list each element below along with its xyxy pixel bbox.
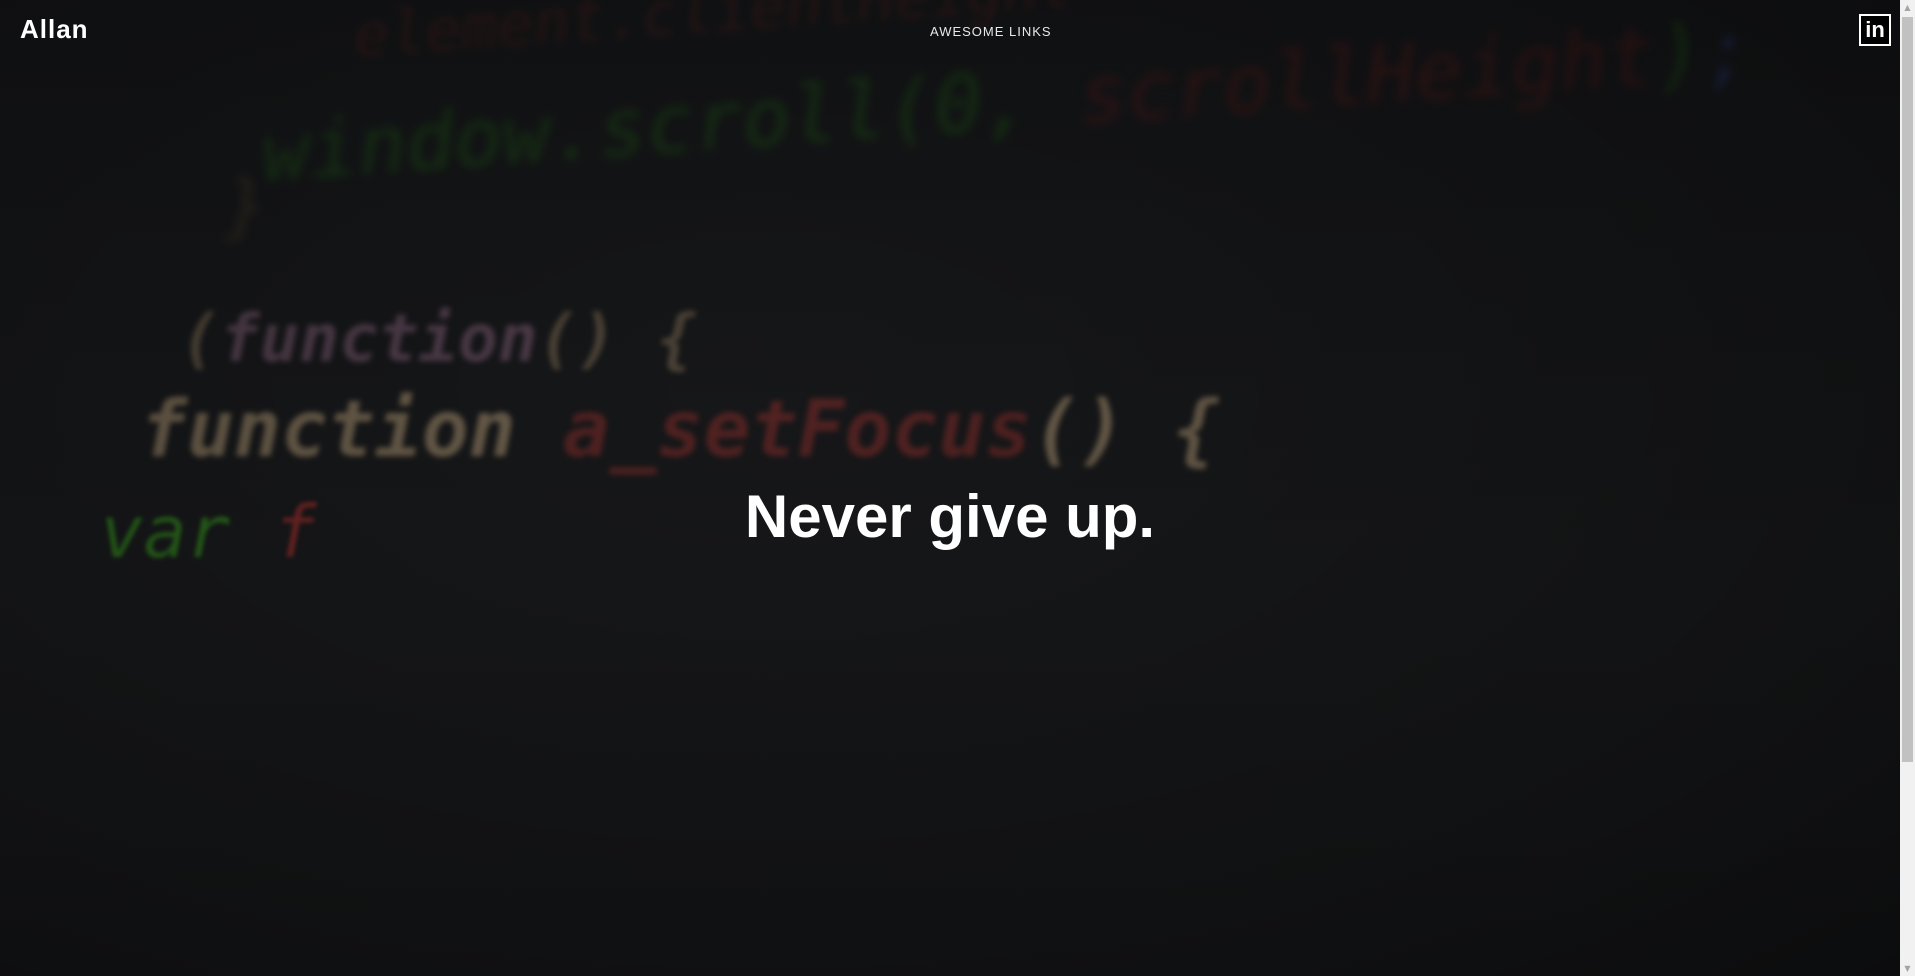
vertical-scrollbar[interactable]: ▲ ▼ bbox=[1900, 0, 1915, 976]
background-code-line: } bbox=[225, 165, 268, 247]
background-code-line: function a_setFocus() { bbox=[140, 385, 1221, 475]
scroll-up-arrow-icon[interactable]: ▲ bbox=[1900, 0, 1915, 15]
scrollbar-thumb[interactable] bbox=[1902, 17, 1913, 762]
nav-link-awesome-links[interactable]: AWESOME LINKS bbox=[930, 24, 1052, 39]
top-navigation: Allan AWESOME LINKS in bbox=[0, 0, 1900, 60]
scroll-down-arrow-icon[interactable]: ▼ bbox=[1900, 961, 1915, 976]
linkedin-icon[interactable]: in bbox=[1859, 14, 1891, 46]
background-code-line: (function() { bbox=[180, 300, 697, 377]
page: element.clientHeight + 0.5 window.scroll… bbox=[0, 0, 1915, 976]
hero-headline: Never give up. bbox=[744, 483, 1156, 550]
brand-logo[interactable]: Allan bbox=[20, 14, 89, 45]
